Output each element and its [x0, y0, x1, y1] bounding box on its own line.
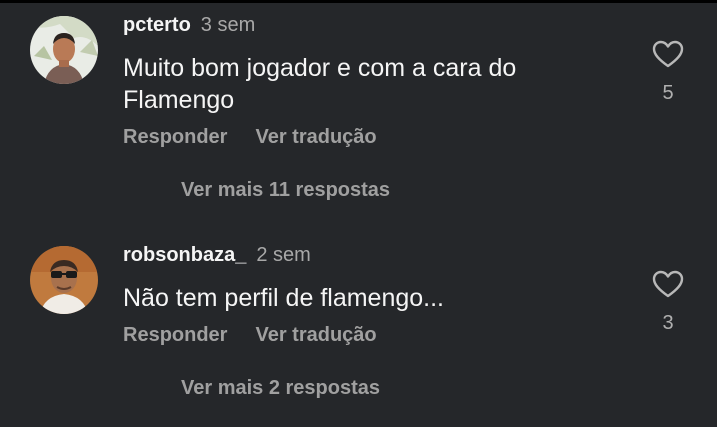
comment-text: Muito bom jogador e com a cara do Flamen…	[123, 54, 517, 114]
view-more-replies[interactable]: Ver mais 11 respostas	[181, 179, 390, 202]
username[interactable]: robsonbaza_	[123, 244, 246, 266]
heart-outline-icon[interactable]	[650, 40, 686, 68]
timestamp: 3 sem	[200, 14, 256, 36]
like-control: 5	[650, 40, 686, 105]
like-count: 5	[662, 82, 674, 104]
comment-header: pcterto 3 sem	[123, 14, 255, 37]
reply-button[interactable]: Responder	[123, 324, 227, 346]
translate-button[interactable]: Ver tradução	[255, 126, 376, 148]
avatar[interactable]	[30, 246, 98, 314]
reply-button[interactable]: Responder	[123, 126, 227, 148]
comment-actions: Responder Ver tradução	[123, 324, 377, 347]
comment-actions: Responder Ver tradução	[123, 126, 377, 149]
top-edge-bar	[0, 0, 717, 3]
comment-text: Não tem perfil de flamengo...	[123, 284, 444, 312]
avatar[interactable]	[30, 16, 98, 84]
like-control: 3	[650, 270, 686, 335]
like-count: 3	[662, 312, 674, 334]
timestamp: 2 sem	[256, 244, 311, 266]
translate-button[interactable]: Ver tradução	[255, 324, 376, 346]
view-more-replies[interactable]: Ver mais 2 respostas	[181, 377, 380, 400]
comment-header: robsonbaza_ 2 sem	[123, 244, 311, 267]
heart-outline-icon[interactable]	[650, 270, 686, 298]
username[interactable]: pcterto	[123, 14, 191, 36]
